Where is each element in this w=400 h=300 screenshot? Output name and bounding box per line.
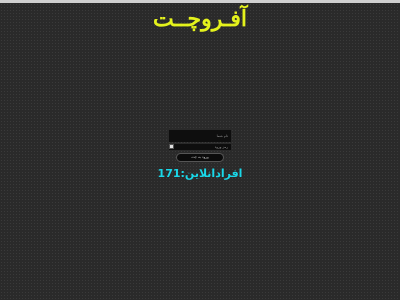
site-title: آفـروچــت — [153, 6, 247, 32]
online-label: افرادانلاین: — [180, 167, 243, 180]
remember-row — [169, 144, 231, 150]
remember-checkbox[interactable] — [169, 144, 174, 149]
username-input[interactable] — [169, 130, 231, 142]
online-count: 171 — [157, 167, 181, 180]
login-button[interactable]: ورود به چت — [176, 153, 224, 162]
top-border — [0, 0, 400, 3]
online-users-status: افرادانلاین:171 — [0, 167, 400, 181]
